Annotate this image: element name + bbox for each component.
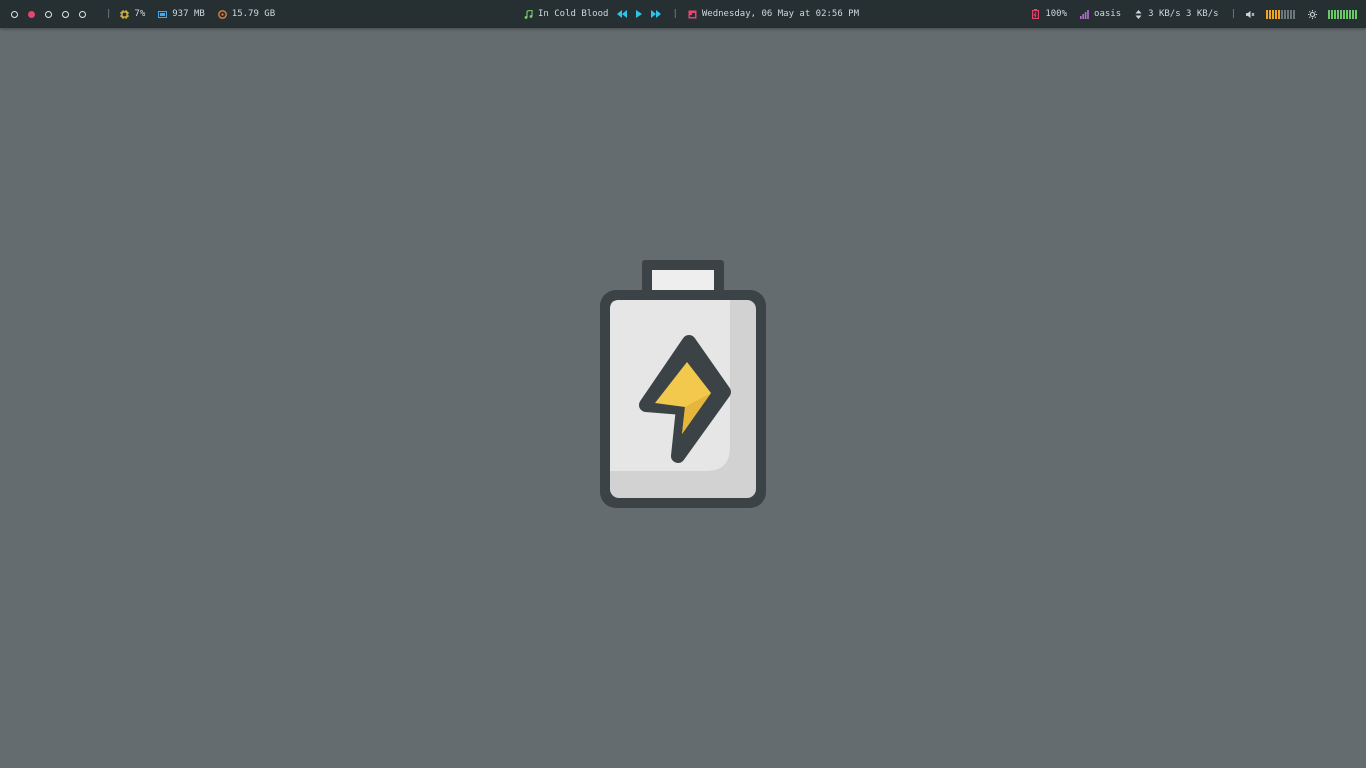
disk-icon	[217, 9, 227, 19]
music-note-icon	[524, 9, 533, 19]
workspace-5[interactable]	[79, 10, 86, 18]
level-segment	[1269, 9, 1271, 19]
disk-usage: 15.79 GB	[231, 9, 276, 19]
level-segment	[1340, 9, 1342, 19]
level-segment	[1355, 9, 1357, 19]
date-module[interactable]: Wednesday, 06 May at 02:56 PM	[688, 9, 859, 19]
network-speed: 3 KB/s 3 KB/s	[1148, 9, 1219, 19]
music-module[interactable]: In Cold Blood	[524, 9, 608, 19]
memory-icon	[158, 10, 168, 19]
level-segment	[1352, 9, 1354, 19]
date-time: Wednesday, 06 May at 02:56 PM	[701, 9, 860, 19]
network-speed-module[interactable]: 3 KB/s 3 KB/s	[1134, 9, 1219, 19]
cpu-icon	[120, 9, 130, 19]
fast-forward-icon	[651, 10, 662, 18]
next-button[interactable]	[651, 10, 662, 18]
volume-icon	[1246, 10, 1255, 19]
level-segment	[1337, 9, 1339, 19]
level-segment	[1343, 9, 1345, 19]
workspace-4[interactable]	[62, 10, 69, 18]
rewind-icon	[617, 10, 628, 18]
level-segment	[1328, 9, 1330, 19]
level-segment	[1331, 9, 1333, 19]
signal-icon	[1080, 9, 1089, 19]
up-down-arrows-icon	[1134, 9, 1143, 19]
level-segment	[1266, 9, 1268, 19]
wifi-module[interactable]: oasis	[1080, 9, 1121, 19]
top-bar: | 7% 937 MB 15.79 GB In Cold Blood | Wed…	[0, 0, 1366, 28]
level-segment	[1334, 9, 1336, 19]
track-title: In Cold Blood	[538, 9, 609, 19]
disk-module[interactable]: 15.79 GB	[217, 9, 276, 19]
battery-level: 100%	[1045, 9, 1068, 19]
battery-icon	[1031, 9, 1040, 19]
workspace-3[interactable]	[45, 10, 52, 18]
separator: |	[1230, 9, 1236, 19]
cpu-usage: 7%	[134, 9, 146, 19]
play-button[interactable]	[636, 10, 643, 18]
bar-right: 100% oasis 3 KB/s 3 KB/s |	[1031, 0, 1366, 28]
volume-level-bars[interactable]	[1266, 9, 1295, 19]
workspace-2-active[interactable]	[28, 10, 35, 18]
calendar-icon	[688, 10, 697, 19]
bar-center: In Cold Blood | Wednesday, 06 May at 02:…	[524, 0, 859, 28]
brightness-level-bars[interactable]	[1328, 9, 1357, 19]
separator: |	[672, 9, 678, 19]
level-segment	[1284, 9, 1286, 19]
separator: |	[106, 9, 112, 19]
brightness-module[interactable]	[1308, 9, 1357, 19]
level-segment	[1293, 9, 1295, 19]
brightness-icon	[1308, 9, 1317, 19]
battery-module[interactable]: 100%	[1031, 9, 1067, 19]
previous-button[interactable]	[617, 10, 628, 18]
bar-left: | 7% 937 MB 15.79 GB	[11, 0, 288, 28]
level-segment	[1290, 9, 1292, 19]
volume-module[interactable]	[1246, 9, 1295, 19]
play-icon	[636, 10, 643, 18]
memory-usage: 937 MB	[172, 9, 205, 19]
level-segment	[1278, 9, 1280, 19]
level-segment	[1287, 9, 1289, 19]
level-segment	[1272, 9, 1274, 19]
level-segment	[1275, 9, 1277, 19]
level-segment	[1346, 9, 1348, 19]
workspace-1[interactable]	[11, 10, 18, 18]
cpu-module[interactable]: 7%	[120, 9, 145, 19]
network-name: oasis	[1094, 9, 1122, 19]
charging-battery-icon	[598, 258, 768, 510]
level-segment	[1349, 9, 1351, 19]
memory-module[interactable]: 937 MB	[158, 9, 205, 19]
level-segment	[1281, 9, 1283, 19]
